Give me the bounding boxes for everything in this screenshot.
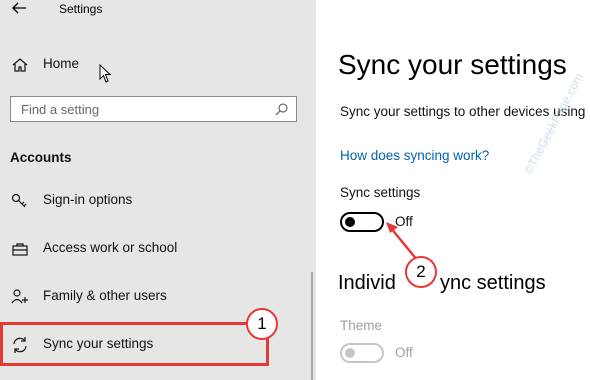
theme-label: Theme <box>340 318 383 333</box>
app-title: Settings <box>59 2 103 16</box>
sidebar-item-access-work[interactable]: Access work or school <box>0 228 316 268</box>
sidebar-item-sign-in-options[interactable]: Sign-in options <box>0 180 316 220</box>
search-icon <box>275 102 289 116</box>
sidebar-item-label: Home <box>43 56 80 71</box>
search-placeholder: Find a setting <box>21 102 100 117</box>
back-arrow-icon[interactable] <box>10 0 28 16</box>
highlight-box <box>0 322 269 366</box>
theme-toggle[interactable] <box>340 343 384 363</box>
toggle-knob <box>345 217 355 227</box>
sync-settings-toggle[interactable] <box>340 212 384 232</box>
scrollbar[interactable] <box>311 272 313 380</box>
theme-state: Off <box>395 345 413 360</box>
sidebar-item-home[interactable]: Home <box>0 44 316 84</box>
callout-1: 1 <box>246 308 278 340</box>
help-link[interactable]: How does syncing work? <box>340 148 489 163</box>
page-title: Sync your settings <box>338 49 567 80</box>
search-input[interactable]: Find a setting <box>10 96 297 122</box>
mouse-cursor-icon <box>99 63 113 89</box>
sidebar-item-label: Family & other users <box>43 288 167 303</box>
sync-settings-label: Sync settings <box>340 185 421 200</box>
sidebar-item-label: Sign-in options <box>43 192 133 207</box>
watermark: ©TheGeekPage.com <box>521 70 587 177</box>
individual-sync-heading-right: ync settings <box>440 272 546 294</box>
individual-sync-heading-left: Individ <box>338 272 396 294</box>
main-content: Sync your settings Sync your settings to… <box>316 0 590 380</box>
briefcase-icon <box>10 239 30 259</box>
callout-2: 2 <box>405 256 437 288</box>
sidebar-item-label: Access work or school <box>43 240 178 255</box>
home-icon <box>10 55 30 75</box>
toggle-knob <box>345 348 355 358</box>
person-add-icon <box>10 287 30 307</box>
section-heading: Accounts <box>10 150 72 165</box>
key-icon <box>10 191 30 211</box>
